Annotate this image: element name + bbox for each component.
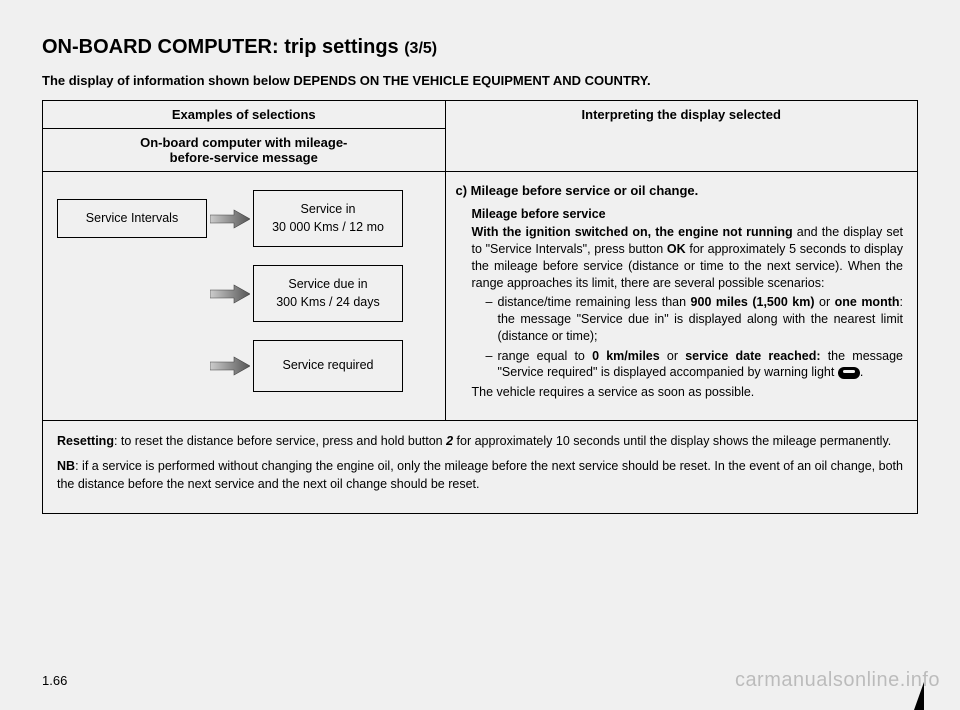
- reset-c: for approximately 10 seconds until the d…: [453, 434, 891, 448]
- nb-b: NB: [57, 459, 75, 473]
- page-title: ON-BOARD COMPUTER: trip settings (3/5): [42, 36, 918, 59]
- list-item: distance/time remaining less than 900 mi…: [486, 294, 904, 345]
- onboard-header-l1: On-board computer with mileage-: [140, 135, 347, 150]
- box2-l2: 30 000 Kms / 12 mo: [272, 220, 384, 234]
- arrow-icon: [210, 209, 250, 229]
- title-sub: (3/5): [404, 40, 437, 57]
- nb-para: NB: if a service is performed without ch…: [57, 458, 903, 493]
- li1a: distance/time remaining less than: [498, 295, 691, 309]
- arrow-1: [207, 209, 253, 229]
- arrow-icon: [210, 284, 250, 304]
- p1a: With the ignition switched on, the engin…: [472, 225, 793, 239]
- subheading: The display of information shown below D…: [42, 73, 918, 88]
- page-number: 1.66: [42, 673, 67, 688]
- diagram-row-3: Service required: [57, 340, 435, 392]
- arrow-3: [207, 356, 253, 376]
- interpret-header: Interpreting the display selected: [445, 101, 918, 172]
- diagram-cell: Service Intervals Service in: [43, 172, 446, 421]
- li2f: .: [860, 365, 863, 379]
- list-item: range equal to 0 km/miles or service dat…: [486, 348, 904, 382]
- title-main: ON-BOARD COMPUTER: trip settings: [42, 36, 404, 58]
- section-c-title: c) Mileage before service or oil change.: [456, 182, 904, 200]
- arrow-2: [207, 284, 253, 304]
- watermark: carmanualsonline.info: [735, 669, 940, 692]
- box2-l1: Service in: [301, 202, 356, 216]
- li1b: 900 miles (1,500 km): [691, 295, 815, 309]
- li1d: one month: [835, 295, 900, 309]
- warning-light-icon: [838, 367, 860, 379]
- li2c: or: [660, 349, 686, 363]
- examples-header: Examples of selections: [43, 101, 446, 129]
- scenario-list: distance/time remaining less than 900 mi…: [472, 294, 904, 381]
- reset-para: Resetting: to reset the distance before …: [57, 433, 903, 451]
- p1ok: OK: [667, 242, 686, 256]
- onboard-header: On-board computer with mileage- before-s…: [43, 129, 446, 172]
- li2a: range equal to: [498, 349, 593, 363]
- arrow-icon: [210, 356, 250, 376]
- li2d: service date reached:: [685, 349, 820, 363]
- footer-cell: Resetting: to reset the distance before …: [43, 420, 918, 514]
- reset-a: : to reset the distance before service, …: [114, 434, 446, 448]
- onboard-header-l2: before-service message: [170, 150, 318, 165]
- box-service-required: Service required: [253, 340, 403, 392]
- box3-l2: 300 Kms / 24 days: [276, 295, 380, 309]
- mileage-block-title: Mileage before service: [472, 206, 904, 223]
- box-service-intervals: Service Intervals: [57, 199, 207, 239]
- manual-page: ON-BOARD COMPUTER: trip settings (3/5) T…: [0, 0, 960, 710]
- nb-a: : if a service is performed without chan…: [57, 459, 903, 491]
- li2b: 0 km/miles: [592, 349, 660, 363]
- content-table: Examples of selections Interpreting the …: [42, 100, 918, 514]
- interpret-para: With the ignition switched on, the engin…: [472, 224, 904, 292]
- box-service-due: Service due in 300 Kms / 24 days: [253, 265, 403, 322]
- diagram-row-2: Service due in 300 Kms / 24 days: [57, 265, 435, 322]
- diagram-row-1: Service Intervals Service in: [57, 190, 435, 247]
- li1c: or: [815, 295, 835, 309]
- page-fold-icon: [914, 682, 924, 710]
- box3-l1: Service due in: [288, 277, 367, 291]
- interpret-last: The vehicle requires a service as soon a…: [472, 384, 904, 401]
- box-service-in: Service in 30 000 Kms / 12 mo: [253, 190, 403, 247]
- reset-b: Resetting: [57, 434, 114, 448]
- interpret-cell: c) Mileage before service or oil change.…: [445, 172, 918, 421]
